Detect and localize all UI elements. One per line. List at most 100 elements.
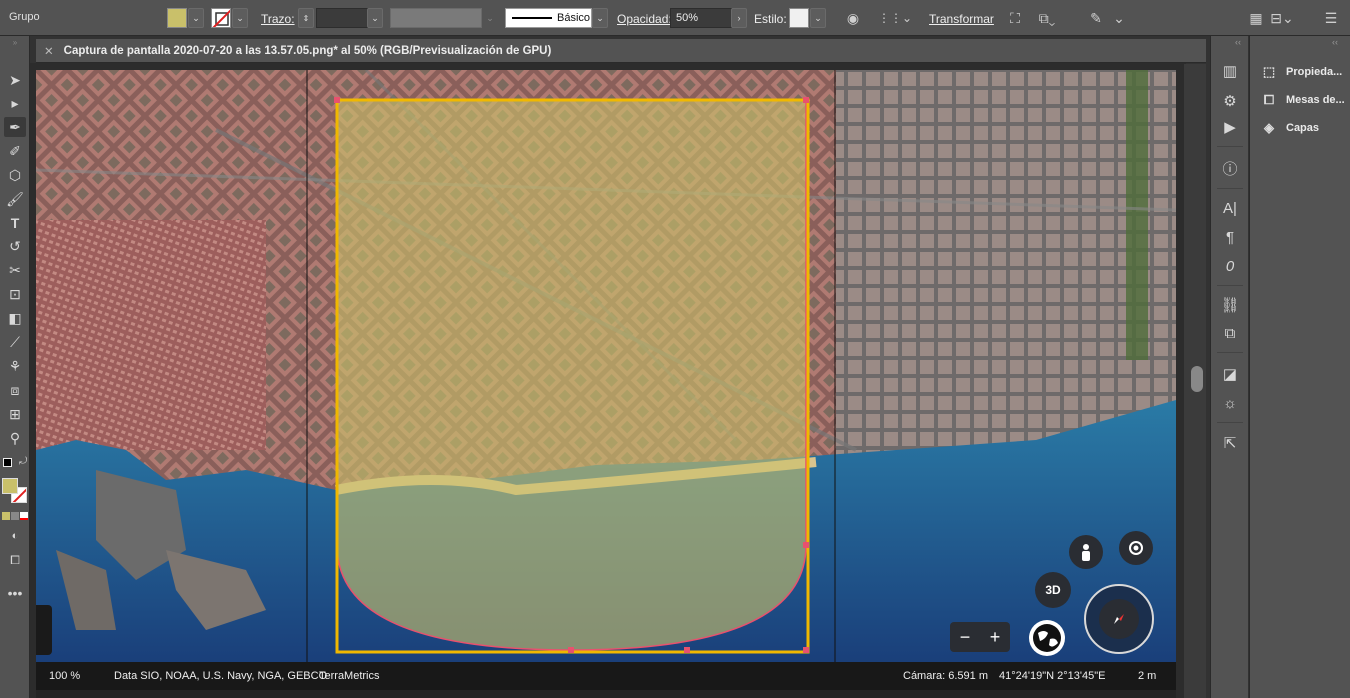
panel-collapse-grip[interactable]: » <box>0 38 30 47</box>
opacity-input[interactable]: 50% <box>670 8 732 28</box>
graphic-style-dropdown[interactable]: ⌄ <box>810 8 826 28</box>
opacity-arrow[interactable]: › <box>731 8 747 28</box>
color-icon[interactable] <box>2 512 10 520</box>
anchor-point[interactable] <box>803 97 809 103</box>
puppet-warp-icon[interactable]: ✎ <box>1085 7 1107 29</box>
attribution-terrametrics: TerraMetrics <box>319 670 380 682</box>
zoom-tool-icon[interactable]: ⚲ <box>4 428 26 448</box>
pegman-button[interactable] <box>1069 535 1103 569</box>
align-right-icon[interactable]: ⊟⌄ <box>1270 7 1293 29</box>
eyedropper-tool-icon[interactable]: ⟋ <box>4 332 26 352</box>
paintbrush-tool-icon[interactable]: 🖌 <box>4 189 26 209</box>
no-stroke-icon <box>212 9 230 27</box>
panel-artboards[interactable]: ⧠ Mesas de... <box>1260 90 1345 110</box>
collapse-dock-icon[interactable]: ‹‹ <box>1235 37 1241 47</box>
stroke-dropdown[interactable]: ⌄ <box>232 8 248 28</box>
expand-dock-icon[interactable]: ‹‹ <box>1332 37 1338 47</box>
fill-dropdown[interactable]: ⌄ <box>188 8 204 28</box>
asset-export-icon[interactable]: ⚙ <box>1219 90 1241 112</box>
curvature-tool-icon[interactable]: ✐ <box>4 141 26 161</box>
width-profile-dropdown[interactable]: ⌄ <box>482 8 498 28</box>
symbol-sprayer-tool-icon[interactable]: ⧈ <box>4 380 26 400</box>
gradient-icon[interactable] <box>11 512 19 520</box>
my-location-button[interactable] <box>1119 531 1153 565</box>
blend-tool-icon[interactable]: ⚘ <box>4 356 26 376</box>
image-trace-icon[interactable]: ⧉ <box>1219 322 1241 344</box>
attribution: Data SIO, NOAA, U.S. Navy, NGA, GEBCO <box>114 670 328 682</box>
panel-properties[interactable]: ⬚ Propieda... <box>1260 62 1342 82</box>
screen-mode-icon[interactable]: ⧠ <box>4 550 26 570</box>
stroke-label[interactable]: Trazo: <box>261 12 295 26</box>
stroke-weight-stepper[interactable]: ⇕ <box>298 8 314 28</box>
options-dropdown-icon[interactable]: ⌄ <box>1108 7 1130 29</box>
panel-layers[interactable]: ◈ Capas <box>1260 118 1319 138</box>
links-icon[interactable]: ⛓ <box>1219 294 1241 316</box>
selected-shape[interactable] <box>336 99 807 651</box>
brush-dropdown[interactable]: ⌄ <box>592 8 608 28</box>
paragraph-icon[interactable]: ¶ <box>1219 226 1241 248</box>
stroke-swatch[interactable] <box>211 8 231 28</box>
scroll-thumb[interactable] <box>1191 366 1203 392</box>
align-icon[interactable]: ⋮⋮⌄ <box>878 7 912 29</box>
gradient-tool-icon[interactable]: ◧ <box>4 308 26 328</box>
make-envelope-icon[interactable]: ⧉⌄ <box>1036 7 1058 29</box>
anchor-point[interactable] <box>803 647 809 653</box>
character-icon[interactable]: A| <box>1219 197 1241 219</box>
libraries-icon[interactable]: ▥ <box>1219 60 1241 82</box>
person-icon <box>1082 544 1090 561</box>
default-colors-icon[interactable] <box>3 458 12 467</box>
stroke-weight-input[interactable] <box>316 8 368 28</box>
arrange-documents-icon[interactable]: ▦ <box>1245 7 1267 29</box>
anchor-point[interactable] <box>334 97 340 103</box>
free-transform-tool-icon[interactable]: ⊡ <box>4 284 26 304</box>
direct-selection-tool-icon[interactable]: ▸ <box>4 93 26 113</box>
swap-colors-icon[interactable]: ⤾ <box>19 456 27 467</box>
pathfinder-icon[interactable]: ◪ <box>1219 363 1241 385</box>
graphic-style-swatch[interactable] <box>789 8 809 28</box>
stroke-weight-dropdown[interactable]: ⌄ <box>367 8 383 28</box>
globe-button[interactable] <box>1029 620 1065 656</box>
zoom-out-button[interactable]: − <box>960 627 971 648</box>
compass-button[interactable] <box>1084 584 1154 654</box>
selection-tool-icon[interactable]: ➤ <box>4 70 26 90</box>
opentype-icon[interactable]: 0 <box>1219 255 1241 277</box>
isolate-group-icon[interactable]: ⛶ <box>1004 7 1026 29</box>
none-icon[interactable] <box>20 512 28 520</box>
recolor-icon[interactable]: ◉ <box>842 7 864 29</box>
rotate-tool-icon[interactable]: ↺ <box>4 236 26 256</box>
canvas-left-gutter <box>30 63 36 698</box>
toolbar-fill-swatch[interactable] <box>2 478 18 494</box>
side-tab[interactable] <box>36 605 52 655</box>
vertical-scrollbar[interactable] <box>1184 64 1206 698</box>
satellite-map-image <box>36 70 1176 662</box>
scissors-tool-icon[interactable]: ✂ <box>4 260 26 280</box>
artboard-canvas[interactable]: 3D − + <box>36 70 1176 662</box>
panel-dock-expanded: ‹‹ ⬚ Propieda... ⧠ Mesas de... ◈ Capas <box>1249 36 1350 698</box>
anchor-point[interactable] <box>568 647 574 653</box>
draw-mode-icon[interactable]: ◐ <box>4 526 26 546</box>
anchor-point[interactable] <box>684 647 690 653</box>
appearance-icon[interactable]: ☼ <box>1219 392 1241 414</box>
artboard-tool-icon[interactable]: ⊞ <box>4 404 26 424</box>
zoom-in-button[interactable]: + <box>990 627 1001 648</box>
color-mode-icons[interactable] <box>2 512 28 520</box>
close-tab-icon[interactable]: ✕ <box>44 44 54 58</box>
target-icon <box>1129 541 1143 555</box>
pen-tool-icon[interactable]: ✒ <box>4 117 26 137</box>
actions-icon[interactable]: ▶ <box>1219 116 1241 138</box>
opacity-label[interactable]: Opacidad: <box>617 12 672 26</box>
panel-menu-icon[interactable]: ☰ <box>1320 7 1342 29</box>
type-tool-icon[interactable]: T <box>4 213 26 233</box>
shape-tool-icon[interactable]: ⬡ <box>4 165 26 185</box>
export-icon[interactable]: ⇱ <box>1219 432 1241 454</box>
brush-definition[interactable]: Básico <box>505 8 592 28</box>
3d-button[interactable]: 3D <box>1035 572 1071 608</box>
anchor-point[interactable] <box>803 542 809 548</box>
panel-icon-dock: ‹‹ ▥ ⚙ ▶ ⓘ A| ¶ 0 ⛓ ⧉ ◪ ☼ ⇱ <box>1210 36 1248 698</box>
edit-toolbar-icon[interactable]: ••• <box>4 583 26 603</box>
transform-button[interactable]: Transformar <box>929 12 994 26</box>
variable-width-profile[interactable] <box>390 8 482 28</box>
document-tab[interactable]: ✕ Captura de pantalla 2020-07-20 a las 1… <box>36 39 1206 63</box>
info-icon[interactable]: ⓘ <box>1219 157 1241 179</box>
fill-swatch[interactable] <box>167 8 187 28</box>
